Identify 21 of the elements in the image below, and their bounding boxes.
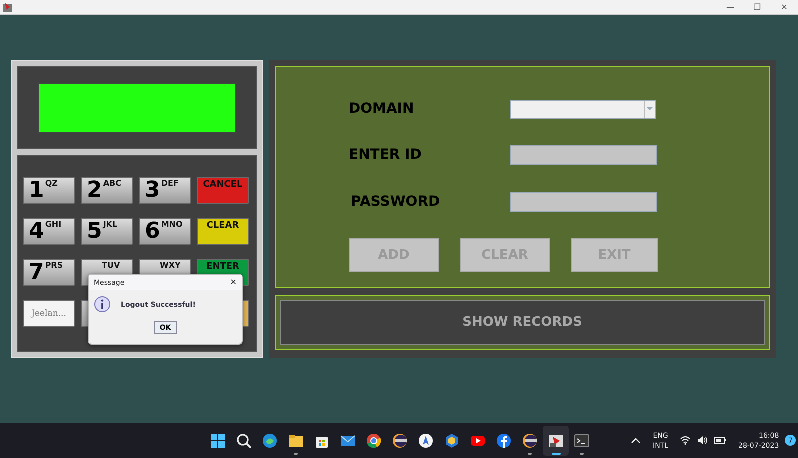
window-control[interactable]: ❐ [744,2,771,12]
battery-icon[interactable] [714,437,726,444]
java-taskbar-icon[interactable] [543,426,569,456]
speaker-icon[interactable] [697,436,708,445]
info-icon [94,296,111,313]
app-icon [2,1,14,13]
keypad-key[interactable]: CLEAR [197,218,249,245]
field-label: DOMAIN [349,101,416,117]
domain-dropdown[interactable] [510,100,656,118]
name-key[interactable]: Jeelan... [23,300,75,327]
input-field[interactable] [510,145,657,165]
show-records-button[interactable]: SHOW RECORDS [280,300,765,345]
window-control[interactable]: ✕ [771,2,798,12]
input-field[interactable] [510,192,657,212]
keypad-key[interactable]: CANCEL [197,177,249,204]
field-label: PASSWORD [350,194,442,210]
window-control[interactable]: — [717,2,744,12]
close-button[interactable]: ✕ [230,278,237,287]
field-label: ENTER ID [349,147,423,163]
chevron-up-icon[interactable] [631,438,641,444]
wifi-icon[interactable] [680,436,692,445]
